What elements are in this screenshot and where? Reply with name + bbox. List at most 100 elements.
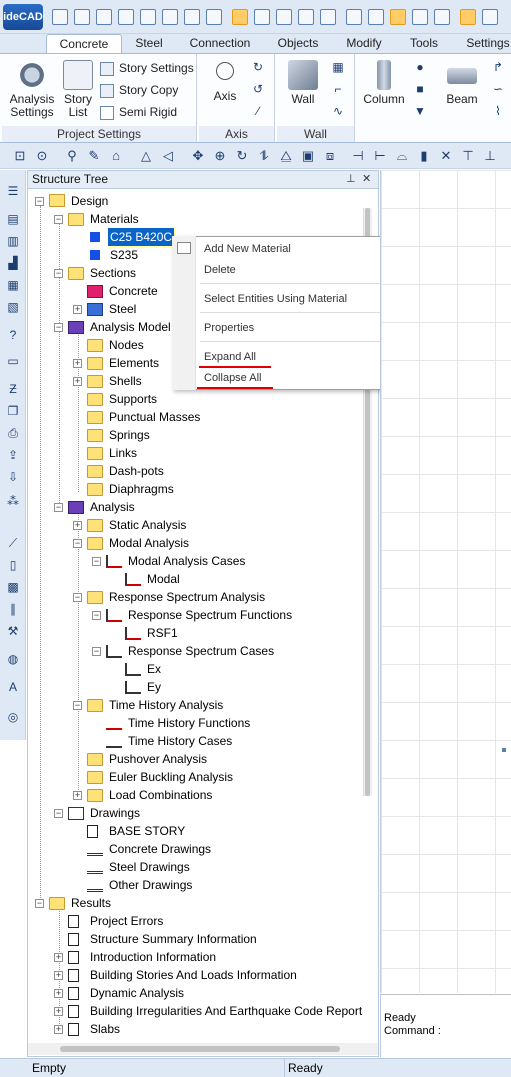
expand-toggle[interactable]: + (54, 1007, 63, 1016)
grid-icon[interactable] (254, 9, 270, 25)
tab-objects[interactable]: Objects (268, 34, 328, 54)
binoculars-icon[interactable]: ◎ (4, 708, 22, 726)
collapse-toggle[interactable]: − (54, 215, 63, 224)
collapse-toggle[interactable]: − (35, 899, 44, 908)
expand-toggle[interactable]: + (73, 305, 82, 314)
snap-end-icon[interactable] (298, 9, 314, 25)
export-icon[interactable]: ⇪ (4, 446, 22, 464)
refresh-icon[interactable] (206, 9, 222, 25)
axis-line-icon[interactable]: ∕ (249, 102, 267, 120)
snap-midpoint-icon[interactable] (412, 9, 428, 25)
save-as-icon[interactable] (140, 9, 156, 25)
zoom-extents-icon[interactable]: ⊙ (34, 148, 50, 164)
semi-rigid-checkbox[interactable]: Semi Rigid (100, 102, 177, 122)
undo-icon[interactable] (162, 9, 178, 25)
draw-line-icon[interactable]: ⟋ (4, 534, 22, 552)
redo-icon[interactable] (184, 9, 200, 25)
trim-icon[interactable]: ⊣ (350, 148, 366, 164)
axis-rotate-icon[interactable]: ↻ (249, 58, 267, 76)
hammer-icon[interactable]: ⚒ (4, 622, 22, 640)
axis-arc-icon[interactable]: ↺ (249, 80, 267, 98)
dimension-icon[interactable]: ⁂ (4, 492, 22, 510)
mirror-icon[interactable]: ⥮ (256, 148, 272, 164)
collapse-toggle[interactable]: − (92, 611, 101, 620)
beam-polyline-icon[interactable]: ⌇ (489, 102, 507, 120)
collapse-toggle[interactable]: − (54, 269, 63, 278)
text-size-icon[interactable] (482, 9, 498, 25)
snap-grid-icon[interactable] (346, 9, 362, 25)
snap-node-icon[interactable] (320, 9, 336, 25)
collapse-toggle[interactable]: − (92, 647, 101, 656)
beam-curve-icon[interactable]: ↱ (489, 58, 507, 76)
wall-button[interactable]: Wall (283, 60, 323, 106)
expand-toggle[interactable]: + (73, 377, 82, 386)
snap-tangent-icon[interactable] (434, 9, 450, 25)
pick-icon[interactable]: ⚲ (64, 148, 80, 164)
collapse-toggle[interactable]: − (73, 539, 82, 548)
command-area[interactable]: Ready Command : (380, 994, 511, 1057)
help-icon[interactable]: ? (4, 326, 22, 344)
chart-icon[interactable]: ▮ (416, 148, 432, 164)
menu-item-add-new-material[interactable]: Add New Material (204, 240, 291, 258)
column-base-icon[interactable]: ▼ (411, 102, 429, 120)
menu-item-select-entities[interactable]: Select Entities Using Material (204, 290, 347, 308)
split-icon[interactable]: ✕ (438, 148, 454, 164)
expand-toggle[interactable]: + (73, 359, 82, 368)
label-icon[interactable]: ⌂ (108, 148, 124, 164)
app-logo[interactable]: ideCAD (3, 4, 43, 30)
story-copy-button[interactable]: Story Copy (100, 80, 178, 100)
collapse-toggle[interactable]: − (54, 503, 63, 512)
pen-icon[interactable]: ✎ (86, 148, 102, 164)
pin-icon[interactable]: ⊥ (346, 171, 356, 188)
home-icon[interactable] (52, 9, 68, 25)
stretch-icon[interactable]: ▣ (300, 148, 316, 164)
menu-item-delete[interactable]: Delete (204, 261, 236, 279)
hatch-icon[interactable]: ▩ (4, 578, 22, 596)
triangle-icon[interactable]: △ (138, 148, 154, 164)
stairs-icon[interactable]: ▟ (4, 254, 22, 272)
mirror-axis-icon[interactable]: ⧋ (278, 148, 294, 164)
save-icon[interactable] (118, 9, 134, 25)
analysis-settings-button[interactable]: Analysis Settings (6, 60, 58, 119)
snap-intersection-icon[interactable] (368, 9, 384, 25)
import-icon[interactable]: ⇩ (4, 468, 22, 486)
copy-move-icon[interactable]: ⊕ (212, 148, 228, 164)
wall-curve-icon[interactable]: ∿ (329, 102, 347, 120)
tab-settings[interactable]: Settings (458, 34, 511, 54)
collapse-toggle[interactable]: − (73, 701, 82, 710)
auto-label-icon[interactable]: A (4, 678, 22, 696)
expand-toggle[interactable]: + (54, 971, 63, 980)
tab-tools[interactable]: Tools (400, 34, 448, 54)
tab-connection[interactable]: Connection (182, 34, 258, 54)
select-icon[interactable]: ◁ (160, 148, 176, 164)
axis-button[interactable]: Axis (205, 58, 245, 103)
scale-icon[interactable]: ⧈ (322, 148, 338, 164)
beam-button[interactable]: Beam (439, 60, 485, 106)
move-icon[interactable]: ✥ (190, 148, 206, 164)
expand-toggle[interactable]: + (54, 1025, 63, 1034)
new-file-icon[interactable] (74, 9, 90, 25)
close-icon[interactable]: ✕ (362, 171, 371, 188)
report-icon[interactable]: ▭ (4, 352, 22, 370)
print-icon[interactable]: ⎙ (4, 424, 22, 442)
zoom-window-icon[interactable]: ⊡ (12, 148, 28, 164)
menu-item-expand-all[interactable]: Expand All (204, 348, 256, 366)
tab-modify[interactable]: Modify (336, 34, 392, 54)
extend-icon[interactable]: ⊢ (372, 148, 388, 164)
collapse-toggle[interactable]: − (54, 323, 63, 332)
story-list-button[interactable]: Story List (60, 60, 96, 119)
slab-icon[interactable]: ▦ (4, 276, 22, 294)
copy-icon[interactable]: ❐ (4, 402, 22, 420)
layers-icon[interactable]: ▤ (4, 210, 22, 228)
measure-icon[interactable]: ⊤ (460, 148, 476, 164)
section-icon[interactable]: Ƶ (4, 380, 22, 398)
expand-toggle[interactable]: + (54, 989, 63, 998)
tree-hscroll-thumb[interactable] (60, 1046, 340, 1052)
offset-icon[interactable]: ⌓ (394, 148, 410, 164)
snap-perpendicular-icon[interactable] (276, 9, 292, 25)
circle-column-icon[interactable]: ● (411, 58, 429, 76)
menu-item-properties[interactable]: Properties (204, 319, 254, 337)
story-settings-button[interactable]: Story Settings (100, 58, 194, 78)
rect-column-icon[interactable]: ■ (411, 80, 429, 98)
snap-angle-icon[interactable] (390, 9, 406, 25)
